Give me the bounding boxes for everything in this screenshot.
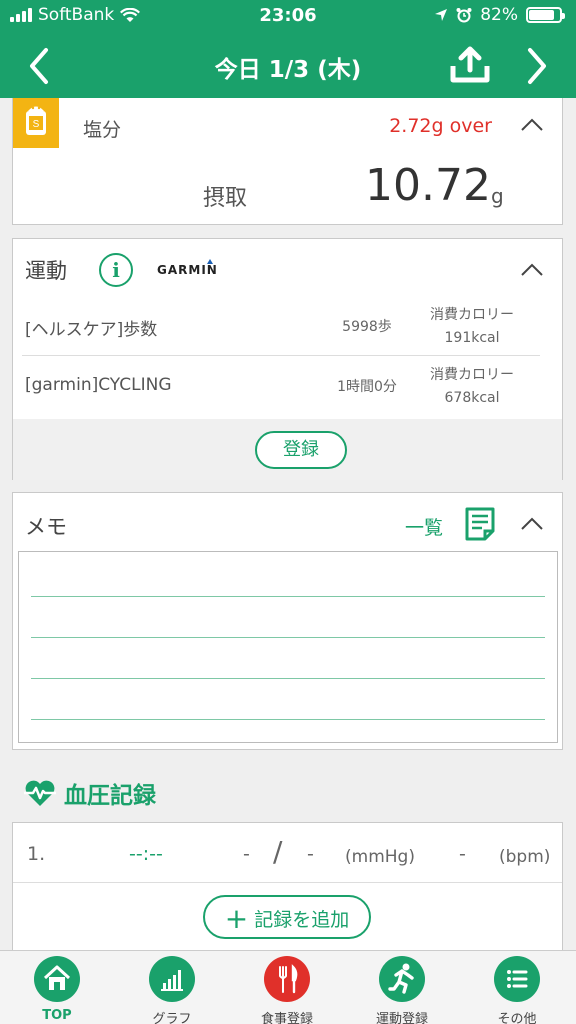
chevron-up-icon[interactable] (520, 517, 544, 531)
salt-intake-label: 摂取 (203, 186, 248, 211)
tab-label: TOP (42, 1008, 72, 1023)
exercise-row[interactable]: [ヘルスケア]歩数 5998歩 消費カロリー 191kcal (22, 298, 540, 356)
document-icon[interactable] (465, 507, 495, 541)
chart-icon (149, 956, 195, 1002)
memo-list-link[interactable]: 一覧 (405, 513, 443, 540)
tab-exercise[interactable]: 運動登録 (347, 956, 457, 1024)
salt-card: S 塩分 2.72g over 摂取 10.72 g (12, 98, 563, 225)
runner-icon (379, 956, 425, 1002)
salt-unit: g (491, 184, 504, 208)
salt-value: 10.72 (365, 160, 491, 211)
tab-label: 食事登録 (260, 1012, 313, 1024)
bp-unit: (mmHg) (345, 847, 415, 867)
garmin-logo-mark (207, 259, 213, 264)
bp-systolic[interactable]: - (243, 843, 250, 865)
calorie-value: 678kcal (444, 390, 500, 406)
info-icon[interactable]: i (99, 253, 133, 287)
top-bar: SoftBank 23:06 82% 今日 1/3 (木) (0, 0, 576, 98)
memo-title: メモ (25, 515, 67, 539)
tab-meal[interactable]: 食事登録 (232, 956, 342, 1024)
exercise-name: [ヘルスケア]歩数 (25, 320, 158, 340)
tab-bar: TOP グラフ 食事登録 運動登録 その他 (0, 950, 576, 1024)
bp-title-text: 血圧記録 (64, 783, 156, 809)
battery-percent: 82% (480, 5, 518, 25)
chevron-up-icon[interactable] (520, 263, 544, 277)
memo-card: メモ 一覧 (12, 492, 563, 750)
exercise-title: 運動 (25, 259, 67, 283)
bp-diastolic[interactable]: - (307, 843, 314, 865)
tab-label: 運動登録 (375, 1012, 428, 1024)
fork-knife-icon (264, 956, 310, 1002)
plus-icon: + (224, 902, 249, 935)
add-record-button[interactable]: + 記録を追加 (203, 895, 371, 939)
exercise-amount: 5998歩 (342, 319, 392, 335)
bp-pulse-unit: (bpm) (499, 847, 551, 867)
home-icon (34, 956, 80, 1002)
nav-bar: 今日 1/3 (木) (0, 32, 576, 98)
bp-pulse[interactable]: - (459, 843, 466, 865)
bp-time[interactable]: --:-- (129, 843, 163, 865)
chevron-right-icon[interactable] (518, 46, 554, 86)
tab-top[interactable]: TOP (2, 956, 112, 1024)
exercise-row[interactable]: [garmin]CYCLING 1時間0分 消費カロリー 678kcal (22, 358, 540, 416)
bp-index: 1. (27, 843, 46, 865)
memo-textarea[interactable] (18, 551, 558, 743)
bp-card: 1. --:-- - / - (mmHg) - (bpm) + 記録を追加 (12, 822, 563, 962)
salt-over-text: 2.72g over (389, 115, 492, 137)
add-record-label: 記録を追加 (254, 909, 350, 931)
salt-label: 塩分 (83, 119, 122, 141)
calorie-label: 消費カロリー (430, 367, 514, 383)
salt-icon-letter: S (33, 119, 40, 130)
calorie-label: 消費カロリー (430, 307, 514, 323)
chevron-up-icon[interactable] (520, 118, 544, 132)
salt-shaker-icon: S (13, 98, 59, 148)
tab-label: その他 (497, 1012, 537, 1024)
bp-slash: / (273, 835, 283, 868)
status-right: 82% (434, 5, 565, 25)
tab-other[interactable]: その他 (462, 956, 572, 1024)
list-icon (494, 956, 540, 1002)
bp-row[interactable]: 1. --:-- - / - (mmHg) - (bpm) (13, 823, 562, 883)
register-button[interactable]: 登録 (255, 431, 347, 469)
exercise-footer: 登録 (13, 419, 562, 480)
status-bar: SoftBank 23:06 82% (0, 0, 576, 32)
garmin-logo: GARMIN (157, 263, 218, 277)
calorie-value: 191kcal (444, 330, 500, 346)
tab-label: グラフ (152, 1012, 192, 1024)
share-icon[interactable] (448, 44, 492, 88)
tab-graph[interactable]: グラフ (117, 956, 227, 1024)
exercise-amount: 1時間0分 (337, 379, 397, 395)
location-icon (435, 9, 448, 21)
heart-pulse-icon (24, 780, 56, 806)
battery-icon (526, 7, 565, 23)
exercise-name: [garmin]CYCLING (25, 375, 172, 395)
alarm-icon (456, 8, 472, 23)
bp-section-title: 血圧記録 (24, 776, 156, 810)
